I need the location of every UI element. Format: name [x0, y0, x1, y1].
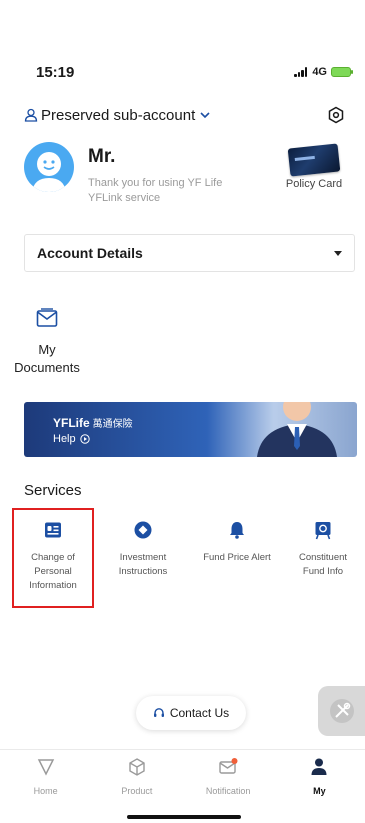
service-change-personal-info[interactable]: Change of Personal Information — [12, 508, 94, 608]
home-triangle-icon — [37, 759, 54, 776]
service-label-line3: Information — [29, 580, 77, 591]
person-icon — [311, 758, 327, 775]
diamond-icon — [134, 521, 152, 539]
banner-help[interactable]: Help — [53, 433, 90, 445]
contact-us-button[interactable]: Contact Us — [136, 696, 246, 730]
policy-card-icon — [287, 143, 341, 177]
service-label-line1: Change of — [31, 552, 75, 563]
service-label-line1: Constituent — [298, 552, 348, 563]
account-switch-label: Preserved sub-account — [41, 106, 196, 124]
service-label-line2: Fund Info — [302, 566, 344, 577]
status-bar: 15:19 4G — [0, 62, 365, 86]
bottom-tab-bar: Home Product Notification My — [0, 749, 365, 799]
account-details-label: Account Details — [37, 245, 143, 261]
account-details-dropdown[interactable]: Account Details — [24, 234, 355, 272]
signal-icon — [294, 67, 308, 77]
play-circle-icon — [79, 434, 90, 444]
policy-card-label: Policy Card — [285, 178, 343, 190]
tab-product[interactable]: Product — [91, 750, 182, 799]
profile-section: Mr. Thank you for using YF Life YFLink s… — [24, 142, 347, 212]
contact-us-label: Contact Us — [169, 706, 230, 720]
my-documents-label-line2: Documents — [14, 360, 80, 375]
tab-home[interactable]: Home — [0, 750, 91, 799]
my-documents-button[interactable]: My Documents — [8, 306, 86, 377]
floating-assist-button[interactable] — [318, 686, 365, 736]
bell-icon — [230, 522, 244, 539]
businessman-illustration — [257, 402, 337, 457]
status-indicators: 4G — [294, 66, 353, 78]
chevron-down-icon — [200, 112, 210, 119]
product-cube-icon — [129, 758, 145, 776]
network-type: 4G — [312, 66, 327, 78]
banner-help-label: Help — [53, 433, 76, 445]
assist-tools-icon — [329, 699, 354, 723]
settings-button[interactable] — [325, 104, 347, 126]
welcome-text: Thank you for using YF Life YFLink servi… — [88, 177, 223, 204]
headset-icon — [153, 708, 164, 717]
service-label-line1: Investment — [119, 552, 167, 563]
tab-label: Home — [33, 786, 58, 796]
account-switcher[interactable]: Preserved sub-account — [24, 107, 212, 124]
services-grid: Change of Personal Information Investmen… — [12, 508, 362, 608]
avatar-face-icon — [32, 152, 66, 192]
account-row: Preserved sub-account — [24, 104, 347, 126]
tab-label: Product — [121, 786, 153, 796]
mail-icon — [219, 758, 238, 774]
mail-documents-icon — [36, 308, 58, 327]
status-time: 15:19 — [36, 64, 75, 81]
tab-my[interactable]: My — [274, 750, 365, 799]
service-label-line2: Personal — [34, 566, 72, 577]
service-constituent-fund-info[interactable]: Constituent Fund Info — [282, 508, 364, 579]
profile-card-icon — [45, 522, 61, 538]
user-outline-icon — [24, 108, 38, 122]
avatar[interactable] — [24, 142, 74, 192]
settings-hex-icon — [328, 106, 344, 124]
notification-badge — [231, 758, 238, 764]
battery-icon — [331, 67, 353, 77]
home-indicator — [127, 815, 241, 819]
service-investment-instructions[interactable]: Investment Instructions — [102, 508, 184, 579]
tab-label: My — [313, 786, 326, 796]
service-label-line1: Fund Price Alert — [203, 552, 271, 563]
service-fund-price-alert[interactable]: Fund Price Alert — [196, 508, 278, 565]
my-documents-label-line1: My — [38, 342, 56, 357]
tab-notification[interactable]: Notification — [183, 750, 274, 799]
user-name: Mr. — [88, 146, 116, 167]
policy-card-button[interactable]: Policy Card — [281, 142, 347, 190]
help-banner[interactable]: YFLife 萬通保險 Help — [24, 402, 357, 457]
service-label-line2: Instructions — [118, 566, 168, 577]
tab-label: Notification — [205, 786, 251, 796]
fund-board-icon — [315, 522, 331, 540]
services-title: Services — [24, 482, 82, 499]
brand-name-cn: 萬通保險 — [92, 419, 133, 430]
brand-name: YFLife — [53, 416, 90, 430]
caret-down-icon — [334, 250, 342, 256]
banner-brand: YFLife 萬通保險 — [53, 415, 133, 430]
